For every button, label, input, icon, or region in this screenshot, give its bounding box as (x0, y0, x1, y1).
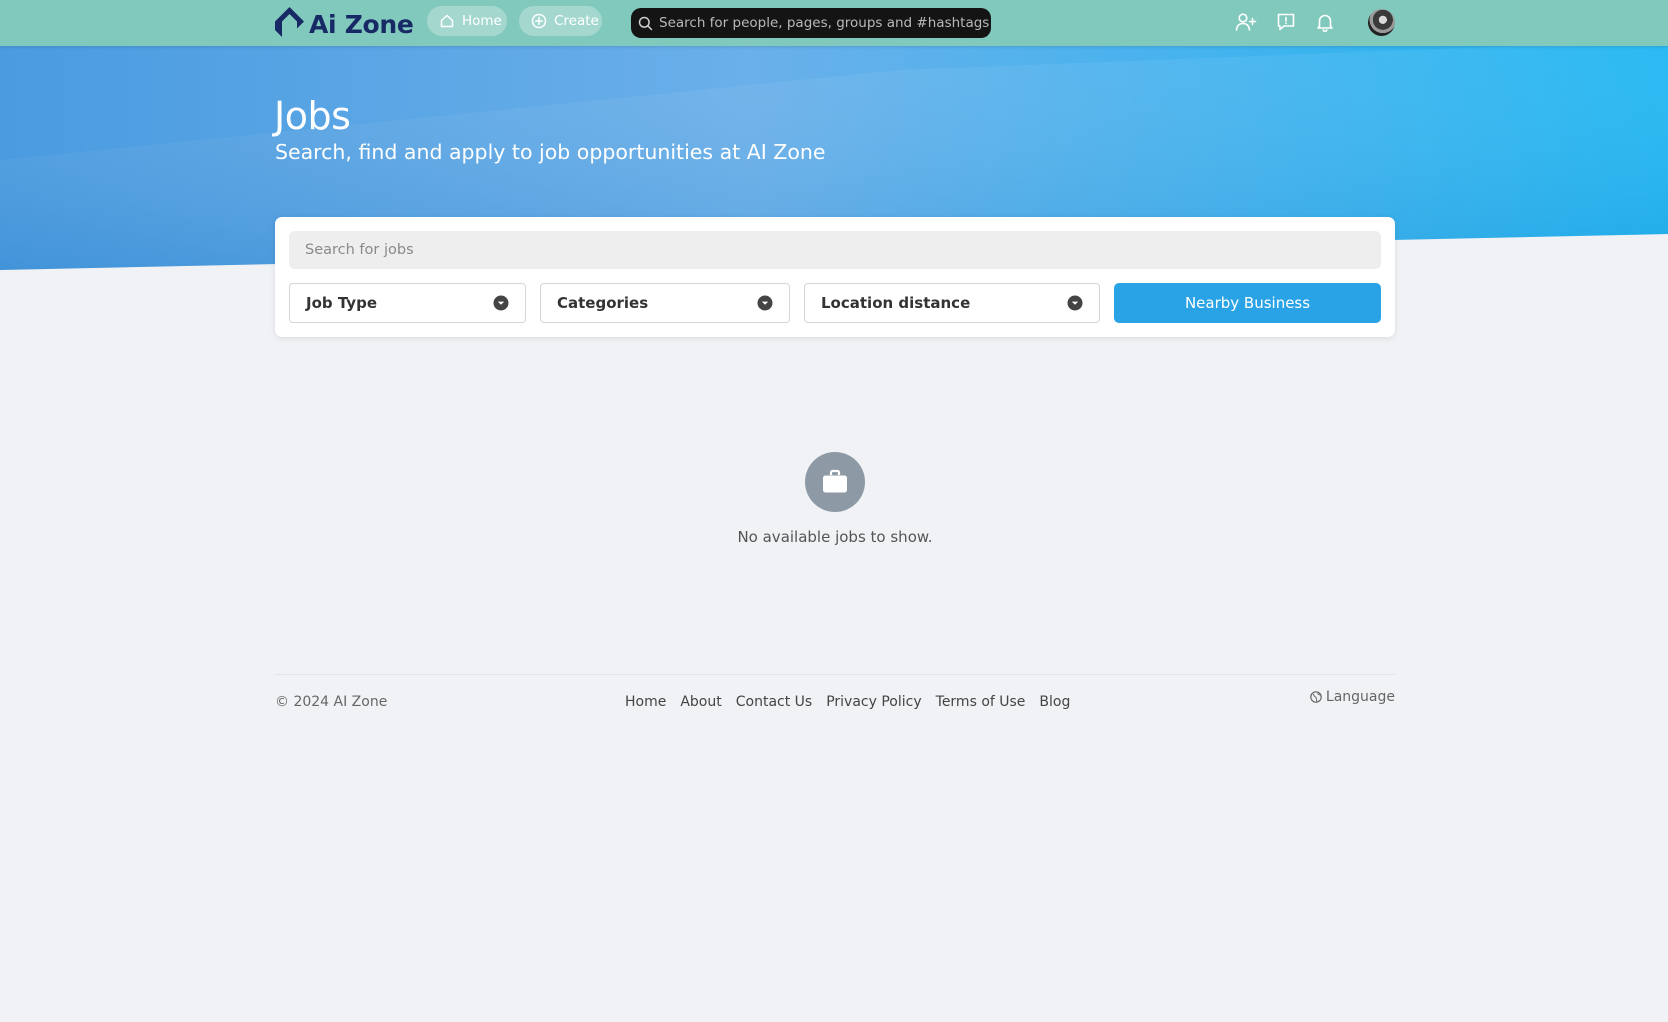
chevron-down-icon (493, 295, 509, 311)
messages-button[interactable] (1274, 10, 1298, 34)
footer-link-about[interactable]: About (680, 694, 721, 710)
globe-icon (1310, 691, 1322, 703)
logo-mark-icon (275, 7, 304, 37)
add-friend-icon (1235, 13, 1257, 31)
search-icon (638, 16, 653, 30)
page-title: Jobs (274, 94, 351, 138)
empty-state-badge (805, 452, 865, 512)
language-selector[interactable]: Language (1310, 689, 1395, 705)
notifications-button[interactable] (1313, 10, 1337, 34)
page-subtitle: Search, find and apply to job opportunit… (275, 140, 826, 164)
briefcase-icon (823, 469, 847, 493)
language-label: Language (1325, 689, 1395, 705)
top-navbar: Ai Zone Home Create (0, 0, 1668, 46)
global-search-input[interactable] (659, 9, 991, 37)
footer-link-contact[interactable]: Contact Us (736, 694, 812, 710)
job-type-label: Job Type (306, 294, 377, 312)
home-button-label: Home (462, 13, 502, 29)
footer-link-blog[interactable]: Blog (1039, 694, 1070, 710)
home-button[interactable]: Home (427, 6, 507, 36)
categories-label: Categories (557, 294, 649, 312)
footer-copyright: © 2024 AI Zone (275, 694, 388, 710)
categories-select[interactable]: Categories (540, 283, 790, 323)
footer-link-home[interactable]: Home (625, 694, 666, 710)
job-type-select[interactable]: Job Type (289, 283, 526, 323)
brand-name: Ai Zone (309, 9, 414, 39)
job-filter-card: Job Type Categories Location distance Ne… (275, 217, 1395, 337)
bell-icon (1317, 14, 1333, 32)
create-button[interactable]: Create (519, 6, 602, 36)
footer-links: Home About Contact Us Privacy Policy Ter… (625, 694, 1070, 710)
global-search (631, 8, 991, 38)
user-avatar[interactable] (1368, 9, 1395, 36)
plus-circle-icon (531, 13, 547, 29)
footer-divider (275, 674, 1395, 675)
chevron-down-icon (1067, 295, 1083, 311)
footer-link-terms[interactable]: Terms of Use (936, 694, 1026, 710)
brand-logo[interactable]: Ai Zone (273, 3, 414, 41)
location-distance-label: Location distance (821, 294, 971, 312)
job-search-input[interactable] (289, 231, 1381, 269)
location-distance-select[interactable]: Location distance (804, 283, 1100, 323)
empty-state-message: No available jobs to show. (737, 528, 933, 546)
add-friend-button[interactable] (1234, 10, 1258, 34)
nearby-business-button[interactable]: Nearby Business (1114, 283, 1381, 323)
chevron-down-icon (757, 295, 773, 311)
messages-icon (1277, 13, 1295, 31)
home-icon (440, 14, 454, 28)
create-button-label: Create (554, 13, 599, 29)
footer-link-privacy[interactable]: Privacy Policy (826, 694, 921, 710)
